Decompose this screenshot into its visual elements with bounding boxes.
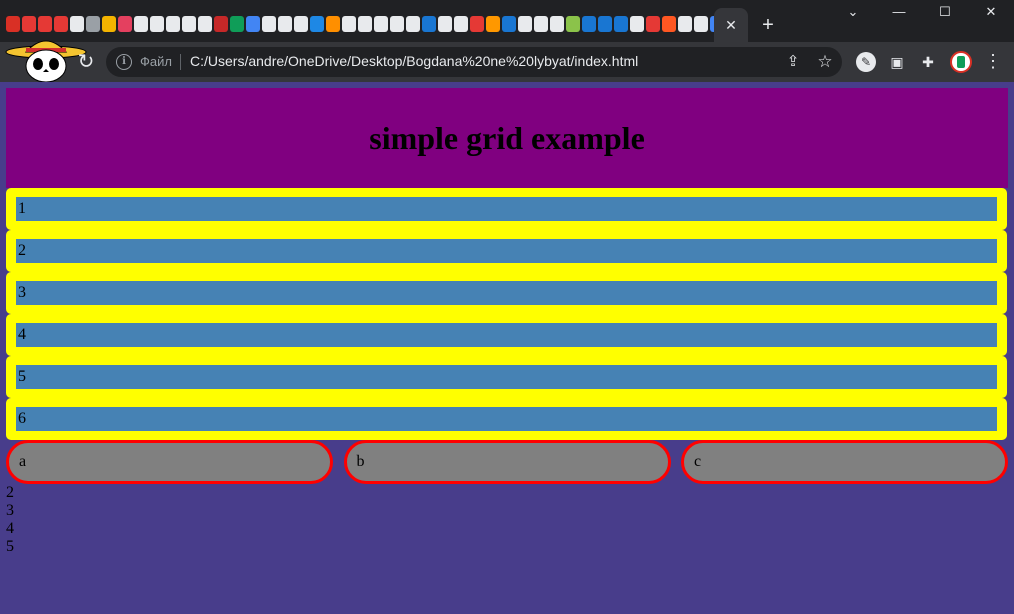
list-item: 5 — [6, 538, 14, 555]
tab-strip: ✕ + ⌄ — ☐ ✕ — [0, 0, 1014, 42]
tab-favicon-icon[interactable] — [310, 16, 324, 32]
tab-favicon-icon[interactable] — [326, 16, 340, 32]
tab-favicon-icon[interactable] — [214, 16, 228, 32]
address-bar[interactable]: i Файл C:/Users/andre/OneDrive/Desktop/B… — [106, 47, 842, 77]
grid-row: 6 — [6, 398, 1007, 440]
list-item: 4 — [6, 520, 14, 537]
tab-favicon-icon[interactable] — [518, 16, 532, 32]
tab-favicon-icon[interactable] — [294, 16, 308, 32]
tab-favicon-icon[interactable] — [150, 16, 164, 32]
grid-row-label: 3 — [16, 281, 997, 305]
pinned-tab-favicons[interactable] — [6, 16, 740, 34]
tab-favicon-icon[interactable] — [454, 16, 468, 32]
tab-favicon-icon[interactable] — [422, 16, 436, 32]
tab-favicon-icon[interactable] — [102, 16, 116, 32]
menu-kebab-icon[interactable]: ⋮ — [984, 50, 1002, 74]
tab-favicon-icon[interactable] — [630, 16, 644, 32]
pocket-extension-icon[interactable]: ▣ — [887, 52, 907, 72]
browser-toolbar: ↻ i Файл C:/Users/andre/OneDrive/Desktop… — [0, 40, 1014, 83]
chevron-down-icon[interactable]: ⌄ — [830, 0, 876, 26]
grid-cell-b: b — [343, 440, 671, 484]
tab-favicon-icon[interactable] — [118, 16, 132, 32]
site-info-icon[interactable]: i — [116, 54, 132, 70]
tab-favicon-icon[interactable] — [134, 16, 148, 32]
tab-favicon-icon[interactable] — [534, 16, 548, 32]
tab-favicon-icon[interactable] — [86, 16, 100, 32]
grid-row: 5 — [6, 356, 1007, 398]
tab-favicon-icon[interactable] — [390, 16, 404, 32]
tab-favicon-icon[interactable] — [438, 16, 452, 32]
reload-button[interactable]: ↻ — [72, 48, 100, 76]
tab-favicon-icon[interactable] — [582, 16, 596, 32]
grid-row-label: 2 — [16, 239, 997, 263]
scheme-label: Файл — [140, 54, 172, 69]
tab-favicon-icon[interactable] — [358, 16, 372, 32]
tab-close-icon[interactable]: ✕ — [714, 14, 748, 36]
grid-row: 2 — [6, 230, 1007, 272]
tab-favicon-icon[interactable] — [566, 16, 580, 32]
window-controls: ⌄ — ☐ ✕ — [830, 0, 1014, 26]
grid-row: 4 — [6, 314, 1007, 356]
tab-favicon-icon[interactable] — [694, 16, 708, 32]
url-text[interactable]: C:/Users/andre/OneDrive/Desktop/Bogdana%… — [190, 53, 638, 69]
pen-extension-icon[interactable]: ✎ — [856, 52, 876, 72]
tab-favicon-icon[interactable] — [166, 16, 180, 32]
close-window-button[interactable]: ✕ — [968, 0, 1014, 26]
tab-favicon-icon[interactable] — [486, 16, 500, 32]
tab-favicon-icon[interactable] — [70, 16, 84, 32]
address-separator — [180, 54, 181, 70]
grid-cell-c: c — [681, 440, 1008, 484]
list-item: 2 — [6, 484, 14, 501]
tab-favicon-icon[interactable] — [678, 16, 692, 32]
tab-favicon-icon[interactable] — [230, 16, 244, 32]
tab-favicon-icon[interactable] — [246, 16, 260, 32]
grid-cells: a b c — [6, 440, 1008, 484]
page-header: simple grid example — [6, 88, 1008, 188]
tab-favicon-icon[interactable] — [54, 16, 68, 32]
grid-row: 3 — [6, 272, 1007, 314]
tab-favicon-icon[interactable] — [598, 16, 612, 32]
maximize-button[interactable]: ☐ — [922, 0, 968, 26]
page-title: simple grid example — [369, 119, 645, 156]
tab-favicon-icon[interactable] — [502, 16, 516, 32]
tab-favicon-icon[interactable] — [342, 16, 356, 32]
grid-row-label: 6 — [16, 407, 997, 431]
tab-favicon-icon[interactable] — [198, 16, 212, 32]
grid-row: 1 — [6, 188, 1007, 230]
grid-row-label: 5 — [16, 365, 997, 389]
tab-favicon-icon[interactable] — [182, 16, 196, 32]
tab-favicon-icon[interactable] — [278, 16, 292, 32]
tab-favicon-icon[interactable] — [646, 16, 660, 32]
overflow-text-list: 2 3 4 5 — [6, 484, 14, 556]
tab-favicon-icon[interactable] — [614, 16, 628, 32]
grid-row-label: 1 — [16, 197, 997, 221]
tab-favicon-icon[interactable] — [662, 16, 676, 32]
list-item: 3 — [6, 502, 14, 519]
grid-cell-a: a — [6, 440, 333, 484]
tab-favicon-icon[interactable] — [6, 16, 20, 32]
tab-favicon-icon[interactable] — [22, 16, 36, 32]
extensions-puzzle-icon[interactable]: ✚ — [918, 52, 938, 72]
tab-favicon-icon[interactable] — [38, 16, 52, 32]
tab-favicon-icon[interactable] — [262, 16, 276, 32]
grid-rows: 1 2 3 4 5 6 — [6, 188, 1007, 440]
bookmark-star-icon[interactable]: ☆ — [814, 51, 836, 73]
share-icon[interactable]: ⇪ — [782, 51, 804, 73]
new-tab-button[interactable]: + — [754, 12, 782, 40]
profile-avatar[interactable] — [950, 51, 972, 73]
tab-favicon-icon[interactable] — [406, 16, 420, 32]
grid-row-label: 4 — [16, 323, 997, 347]
page-viewport: simple grid example 1 2 3 4 5 6 a b c 2 … — [0, 82, 1014, 614]
active-tab[interactable]: ✕ — [714, 8, 748, 42]
tab-favicon-icon[interactable] — [550, 16, 564, 32]
tab-favicon-icon[interactable] — [470, 16, 484, 32]
minimize-button[interactable]: — — [876, 0, 922, 26]
tab-favicon-icon[interactable] — [374, 16, 388, 32]
